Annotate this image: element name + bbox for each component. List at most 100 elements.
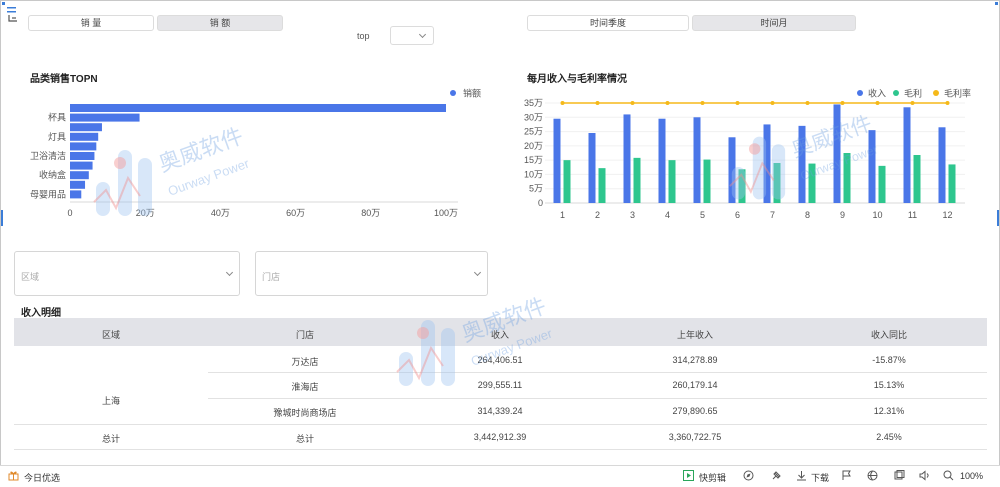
y-tick-label: 收纳盒 — [39, 169, 66, 180]
y-tick-label: 10万 — [524, 169, 543, 179]
bar-revenue — [903, 107, 911, 203]
point-margin-rate — [840, 101, 845, 105]
header-region: 区域 — [101, 330, 121, 340]
download-button[interactable]: 下载 — [811, 471, 829, 484]
x-tick-label: 4 — [665, 210, 670, 220]
bar — [70, 132, 99, 141]
x-tick-label: 60万 — [286, 208, 305, 218]
chevron-down-icon — [418, 30, 427, 39]
menu-icon[interactable] — [6, 5, 20, 23]
bar-profit — [633, 157, 641, 203]
time-toggle-month[interactable]: 时间月 — [692, 15, 856, 31]
cell-store: 万达店 — [291, 357, 319, 367]
today-pick-link[interactable]: 今日优选 — [24, 471, 60, 484]
cell-revenue: 299,555.11 — [477, 380, 523, 390]
region-filter[interactable]: 区域 — [14, 251, 240, 296]
row-divider — [208, 398, 987, 399]
x-tick-label: 0 — [67, 208, 72, 218]
cell-total-revenue: 3,442,912.39 — [473, 432, 527, 442]
y-tick-label: 15万 — [524, 155, 543, 165]
frame-accent — [995, 2, 998, 5]
chevron-down-icon — [473, 268, 482, 277]
download-icon[interactable] — [796, 470, 807, 481]
bar-revenue — [938, 127, 946, 203]
metric-toggle-volume[interactable]: 销 量 — [28, 15, 154, 31]
point-margin-rate — [805, 101, 810, 105]
bar — [70, 152, 95, 160]
y-tick-label: 25万 — [524, 127, 543, 137]
store-filter[interactable]: 门店 — [255, 251, 488, 296]
legend-label: 销额 — [463, 88, 481, 99]
legend-label: 收入 — [868, 88, 886, 99]
row-divider — [14, 449, 987, 450]
status-bar: 今日优选 快剪辑 下载 100% — [0, 465, 1000, 487]
metric-toggle-amount[interactable]: 销 额 — [157, 15, 283, 31]
quick-clip-button[interactable]: 快剪辑 — [699, 471, 726, 484]
cell-yoy: 12.31% — [873, 406, 905, 416]
compass-icon[interactable] — [743, 470, 754, 481]
point-margin-rate — [875, 101, 880, 105]
table-title: 收入明细 — [21, 308, 61, 319]
bar — [70, 113, 140, 122]
bar-revenue — [728, 137, 736, 203]
chevron-down-icon — [225, 268, 234, 277]
cell-last-year: 279,890.65 — [672, 406, 718, 416]
bar-revenue — [588, 133, 596, 203]
point-margin-rate — [945, 101, 950, 105]
x-tick-label: 10 — [872, 210, 882, 220]
x-tick-label: 40万 — [211, 208, 230, 218]
y-tick-label: 20万 — [524, 141, 543, 151]
point-margin-rate — [665, 101, 670, 105]
x-tick-label: 2 — [595, 210, 600, 220]
category-sales-chart: 杯具灯具卫浴清洁收纳盒母婴用品0 20万 40万 60万 80万 100万 销额 — [30, 88, 481, 219]
bar — [70, 123, 102, 132]
x-tick-label: 9 — [840, 210, 845, 220]
header-revenue: 收入 — [490, 330, 510, 340]
zoom-level[interactable]: 100% — [960, 471, 983, 481]
time-toggle-quarter[interactable]: 时间季度 — [527, 15, 689, 31]
bar-profit — [808, 163, 816, 203]
legend-marker — [857, 90, 863, 96]
gift-icon[interactable] — [8, 470, 19, 481]
x-tick-label: 12 — [942, 210, 952, 220]
bar — [70, 180, 86, 189]
bar-revenue — [798, 125, 806, 203]
video-clip-icon[interactable] — [683, 470, 694, 481]
flag-icon[interactable] — [841, 470, 852, 481]
bar — [70, 161, 93, 170]
window-icon[interactable] — [894, 470, 905, 481]
cell-region: 上海 — [101, 396, 121, 406]
top-label: top — [357, 31, 370, 41]
bar-profit — [703, 159, 711, 203]
x-tick-label: 11 — [908, 210, 917, 220]
browser-icon[interactable] — [867, 470, 878, 481]
bar-profit — [948, 164, 956, 203]
header-yoy: 收入同比 — [870, 330, 908, 340]
cell-store: 豫城时尚商场店 — [273, 408, 337, 418]
cell-total-yoy: 2.45% — [876, 432, 902, 442]
zoom-icon[interactable] — [943, 470, 954, 481]
pin-icon[interactable] — [771, 470, 782, 481]
cell-store: 淮海店 — [291, 382, 319, 392]
bar-profit — [878, 165, 886, 203]
cell-total-label: 总计 — [101, 434, 121, 444]
bar-revenue — [693, 117, 701, 203]
y-tick-label: 灯具 — [48, 132, 66, 142]
volume-icon[interactable] — [919, 470, 930, 481]
x-tick-label: 3 — [630, 210, 635, 220]
legend-label: 毛利 — [904, 88, 922, 99]
y-tick-label: 35万 — [524, 98, 543, 108]
legend-marker — [933, 90, 939, 96]
row-divider — [208, 372, 987, 373]
bar-profit — [598, 168, 606, 203]
cell-total-last-year: 3,360,722.75 — [668, 432, 722, 442]
point-margin-rate — [735, 101, 740, 105]
bar-profit — [668, 160, 676, 203]
bar — [70, 190, 82, 199]
bar-revenue — [658, 118, 666, 203]
bar-revenue — [833, 104, 841, 203]
top-select[interactable] — [390, 26, 434, 45]
bar-revenue — [623, 114, 631, 203]
legend-marker — [450, 90, 456, 96]
scroll-marker[interactable] — [997, 210, 999, 226]
